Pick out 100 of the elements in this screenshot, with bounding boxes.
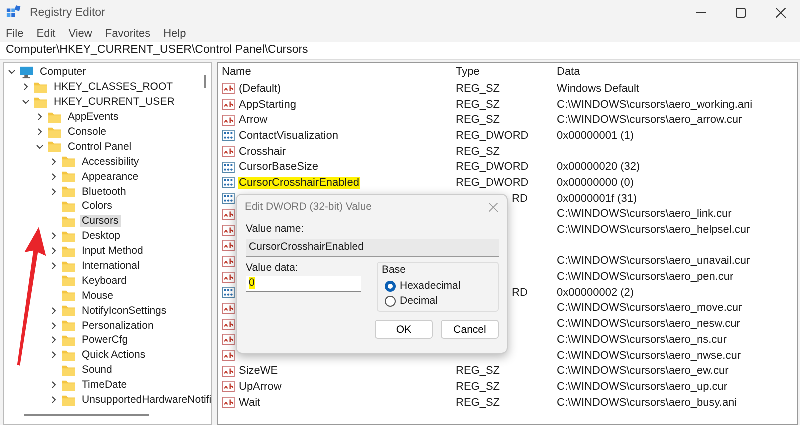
tree-item[interactable]: Control Panel — [66, 140, 134, 153]
menu-item[interactable]: Help — [164, 28, 186, 40]
folder-icon — [61, 304, 76, 318]
chevron-right-icon[interactable] — [50, 306, 58, 315]
chevron-down-icon[interactable] — [22, 98, 30, 106]
string-value-icon — [222, 114, 235, 126]
folder-icon — [61, 378, 76, 392]
value-name[interactable]: AppStarting — [238, 98, 298, 111]
tree-item[interactable]: Cursors — [80, 215, 121, 228]
value-type: RD — [511, 192, 528, 205]
scrollbar-thumb[interactable] — [24, 414, 149, 416]
menu-item[interactable]: View — [68, 28, 92, 40]
tree-item[interactable]: Computer — [38, 66, 88, 78]
tree-item[interactable]: Mouse — [80, 290, 116, 302]
tree-item[interactable]: Personalization — [80, 320, 156, 332]
tree-item[interactable]: Quick Actions — [80, 349, 148, 362]
string-value-icon — [222, 99, 235, 110]
scrollbar-thumb[interactable] — [204, 75, 206, 88]
tree-item[interactable]: TimeDate — [80, 379, 130, 392]
value-name[interactable]: SizeWE — [238, 365, 280, 378]
maximize-icon[interactable] — [736, 8, 746, 18]
tree-item[interactable]: Input Method — [80, 245, 146, 258]
chevron-right-icon[interactable] — [36, 128, 44, 136]
folder-icon — [61, 214, 76, 228]
folder-icon — [61, 260, 76, 273]
tree-item[interactable]: HKEY_CLASSES_ROOT — [52, 81, 176, 94]
field-value: 0 — [249, 277, 255, 289]
folder-icon — [47, 110, 62, 124]
chevron-right-icon[interactable] — [50, 336, 58, 344]
tree-item[interactable]: Colors — [80, 200, 114, 212]
column-header[interactable]: Data — [557, 66, 797, 78]
value-data: C:\WINDOWS\cursors\aero_arrow.cur — [557, 114, 742, 126]
menu-item[interactable]: Edit — [36, 28, 56, 40]
chevron-right-icon[interactable] — [50, 381, 58, 390]
tree-item[interactable]: Desktop — [80, 230, 123, 242]
value-data-field[interactable]: 0 — [246, 276, 361, 292]
chevron-right-icon[interactable] — [50, 247, 58, 256]
folder-icon — [47, 126, 62, 138]
chevron-right-icon[interactable] — [50, 351, 58, 360]
chevron-right-icon[interactable] — [50, 322, 58, 330]
chevron-right-icon[interactable] — [50, 172, 58, 181]
radio-button[interactable] — [385, 296, 396, 306]
computer-icon — [19, 66, 34, 79]
tree-item[interactable]: NotifyIconSettings — [80, 304, 169, 317]
value-name[interactable]: CursorBaseSize — [238, 161, 320, 174]
tree-item[interactable]: Console — [66, 126, 109, 138]
value-name[interactable]: (Default) — [238, 82, 282, 95]
tree-item[interactable]: Appearance — [80, 170, 141, 183]
folder-icon — [61, 185, 76, 198]
value-name[interactable]: ContactVisualization — [238, 130, 340, 142]
radio-label[interactable]: Hexadecimal — [400, 280, 461, 292]
value-name[interactable]: CursorCrosshairEnabled — [238, 176, 360, 189]
menu-item[interactable]: Favorites — [105, 28, 151, 40]
tree-item[interactable]: Accessibility — [80, 156, 142, 168]
radio-label[interactable]: Decimal — [400, 295, 438, 307]
radio-button[interactable] — [385, 280, 396, 292]
chevron-right-icon[interactable] — [50, 262, 58, 270]
chevron-down-icon[interactable] — [36, 142, 44, 151]
value-type: REG_SZ — [456, 396, 500, 409]
tree-item[interactable]: UnsupportedHardwareNotifi — [80, 394, 211, 406]
tree-item[interactable]: Bluetooth — [80, 186, 128, 198]
tree-item[interactable]: AppEvents — [66, 111, 121, 124]
value-data: 0x00000020 (32) — [557, 161, 640, 174]
chevron-right-icon[interactable] — [22, 83, 30, 92]
menu-item[interactable]: File — [6, 28, 24, 40]
folder-icon — [61, 170, 76, 184]
value-name[interactable]: UpArrow — [238, 380, 283, 393]
value-data: C:\WINDOWS\cursors\aero_up.cur — [557, 380, 728, 393]
value-type: RD — [511, 286, 528, 299]
value-name[interactable]: Arrow — [238, 114, 269, 126]
chevron-right-icon[interactable] — [50, 158, 58, 166]
value-name-field[interactable]: CursorCrosshairEnabled — [246, 239, 499, 257]
value-name[interactable]: Crosshair — [238, 146, 288, 158]
tree-item[interactable]: Sound — [80, 364, 114, 376]
chevron-right-icon[interactable] — [50, 232, 58, 240]
folder-icon — [61, 230, 76, 243]
value-data: C:\WINDOWS\cursors\aero_working.ani — [557, 98, 753, 111]
tree-item[interactable]: HKEY_CURRENT_USER — [52, 96, 177, 108]
folder-icon — [33, 96, 48, 109]
dialog-button[interactable]: OK — [375, 320, 433, 339]
value-type: REG_DWORD — [456, 161, 529, 174]
group-label: Base — [382, 264, 407, 277]
tree-item[interactable]: Keyboard — [80, 274, 129, 287]
chevron-right-icon[interactable] — [36, 113, 44, 122]
value-data: C:\WINDOWS\cursors\aero_nwse.cur — [557, 350, 741, 362]
chevron-right-icon[interactable] — [50, 188, 58, 196]
chevron-down-icon[interactable] — [8, 68, 16, 76]
chevron-right-icon[interactable] — [50, 396, 58, 404]
folder-icon — [47, 140, 62, 154]
folder-icon — [61, 334, 76, 347]
folder-icon — [61, 394, 76, 407]
tree-item[interactable]: PowerCfg — [80, 334, 130, 346]
value-name[interactable]: Wait — [238, 396, 262, 409]
column-header[interactable]: Type — [456, 66, 557, 78]
string-value-icon — [222, 397, 235, 408]
tree-item[interactable]: International — [80, 260, 142, 272]
column-header[interactable]: Name — [222, 66, 456, 78]
address-bar[interactable]: Computer\HKEY_CURRENT_USER\Control Panel\Cursors — [0, 42, 800, 60]
dialog-button[interactable]: Cancel — [441, 320, 499, 339]
close-icon[interactable] — [776, 8, 786, 18]
